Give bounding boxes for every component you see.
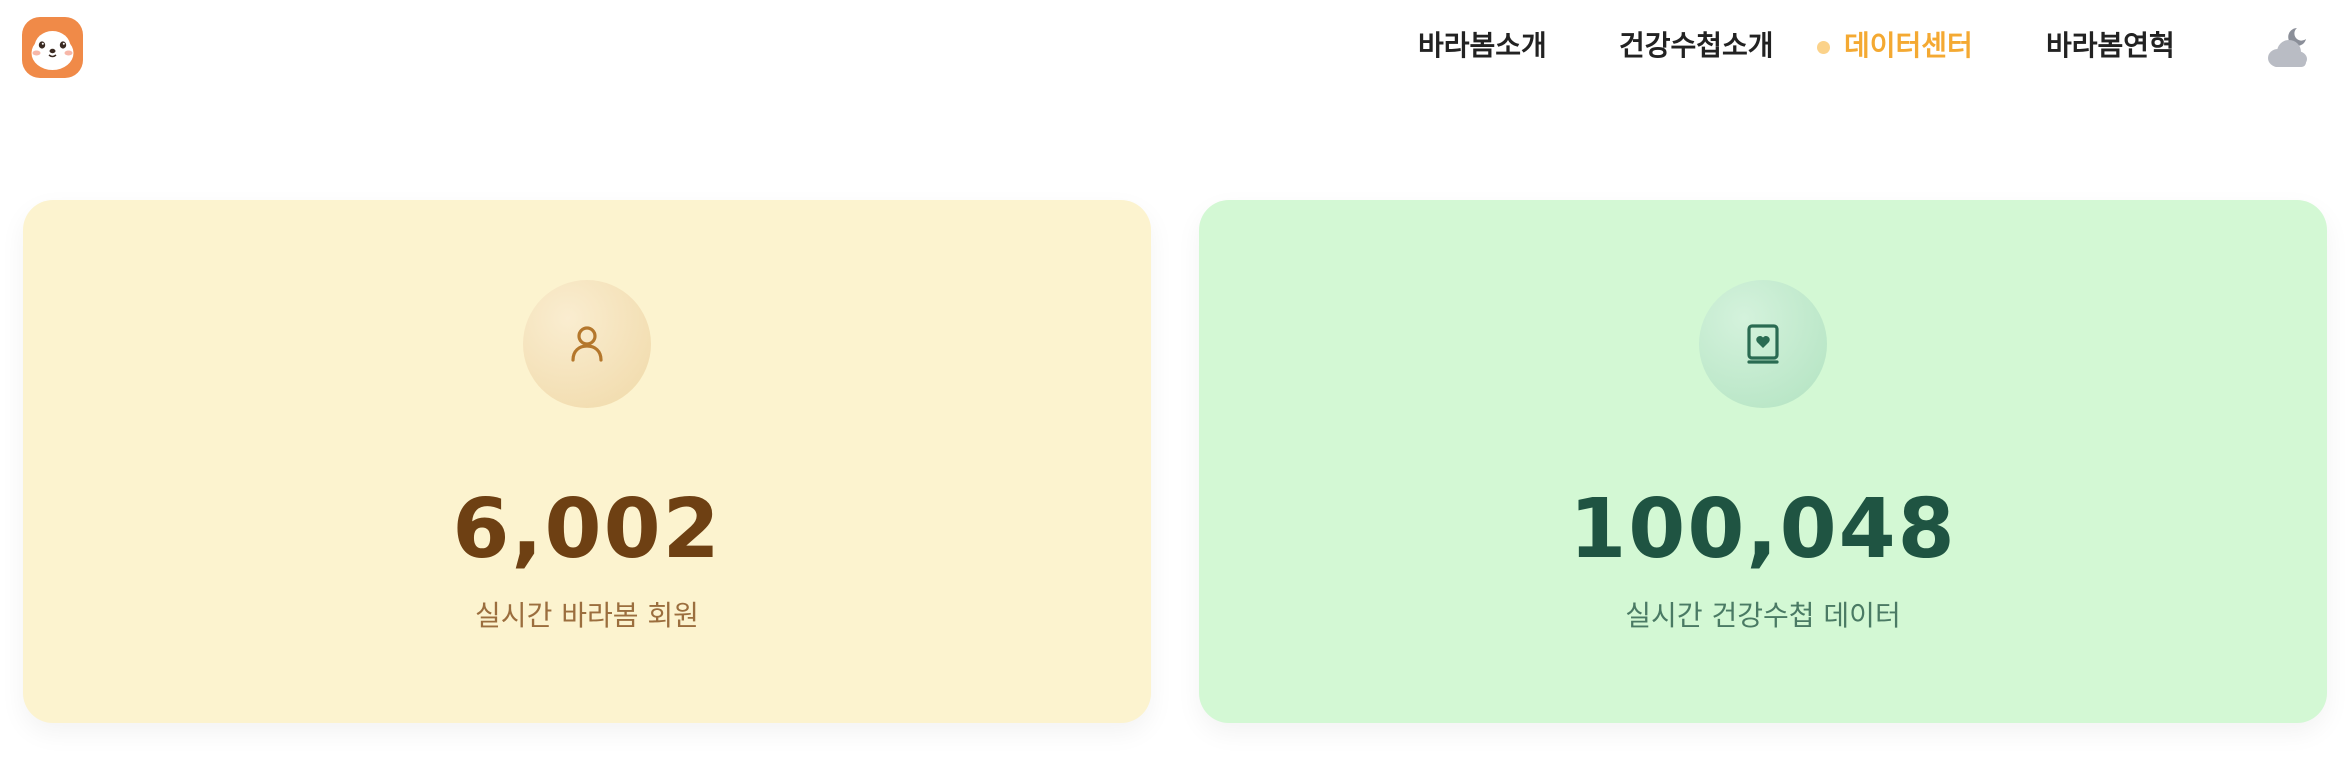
members-count: 6,002 xyxy=(452,482,722,577)
health-book-icon xyxy=(1747,324,1779,364)
members-label: 실시간 바라봄 회원 xyxy=(475,599,699,632)
health-data-icon-circle xyxy=(1699,280,1827,408)
nav-item-history[interactable]: 바라봄연혁 xyxy=(2046,24,2175,68)
nav-item-about[interactable]: 바라봄소개 xyxy=(1418,24,1547,68)
site-header: 바라봄소개 건강수첩소개 데이터센터 바라봄연혁 xyxy=(0,0,2350,92)
nav-item-health-notebook[interactable]: 건강수첩소개 xyxy=(1619,24,1774,68)
members-stat-card: 6,002 실시간 바라봄 회원 xyxy=(23,200,1151,723)
nav-item-data-center[interactable]: 데이터센터 xyxy=(1844,24,1973,68)
members-icon-circle xyxy=(523,280,651,408)
cloud-moon-icon[interactable] xyxy=(2264,24,2310,70)
health-data-label: 실시간 건강수첩 데이터 xyxy=(1625,599,1901,632)
user-icon xyxy=(571,326,603,362)
health-data-count: 100,048 xyxy=(1569,482,1957,577)
seal-mascot-logo-icon[interactable] xyxy=(22,17,83,78)
active-indicator-dot xyxy=(1817,41,1830,54)
health-data-stat-card: 100,048 실시간 건강수첩 데이터 xyxy=(1199,200,2327,723)
